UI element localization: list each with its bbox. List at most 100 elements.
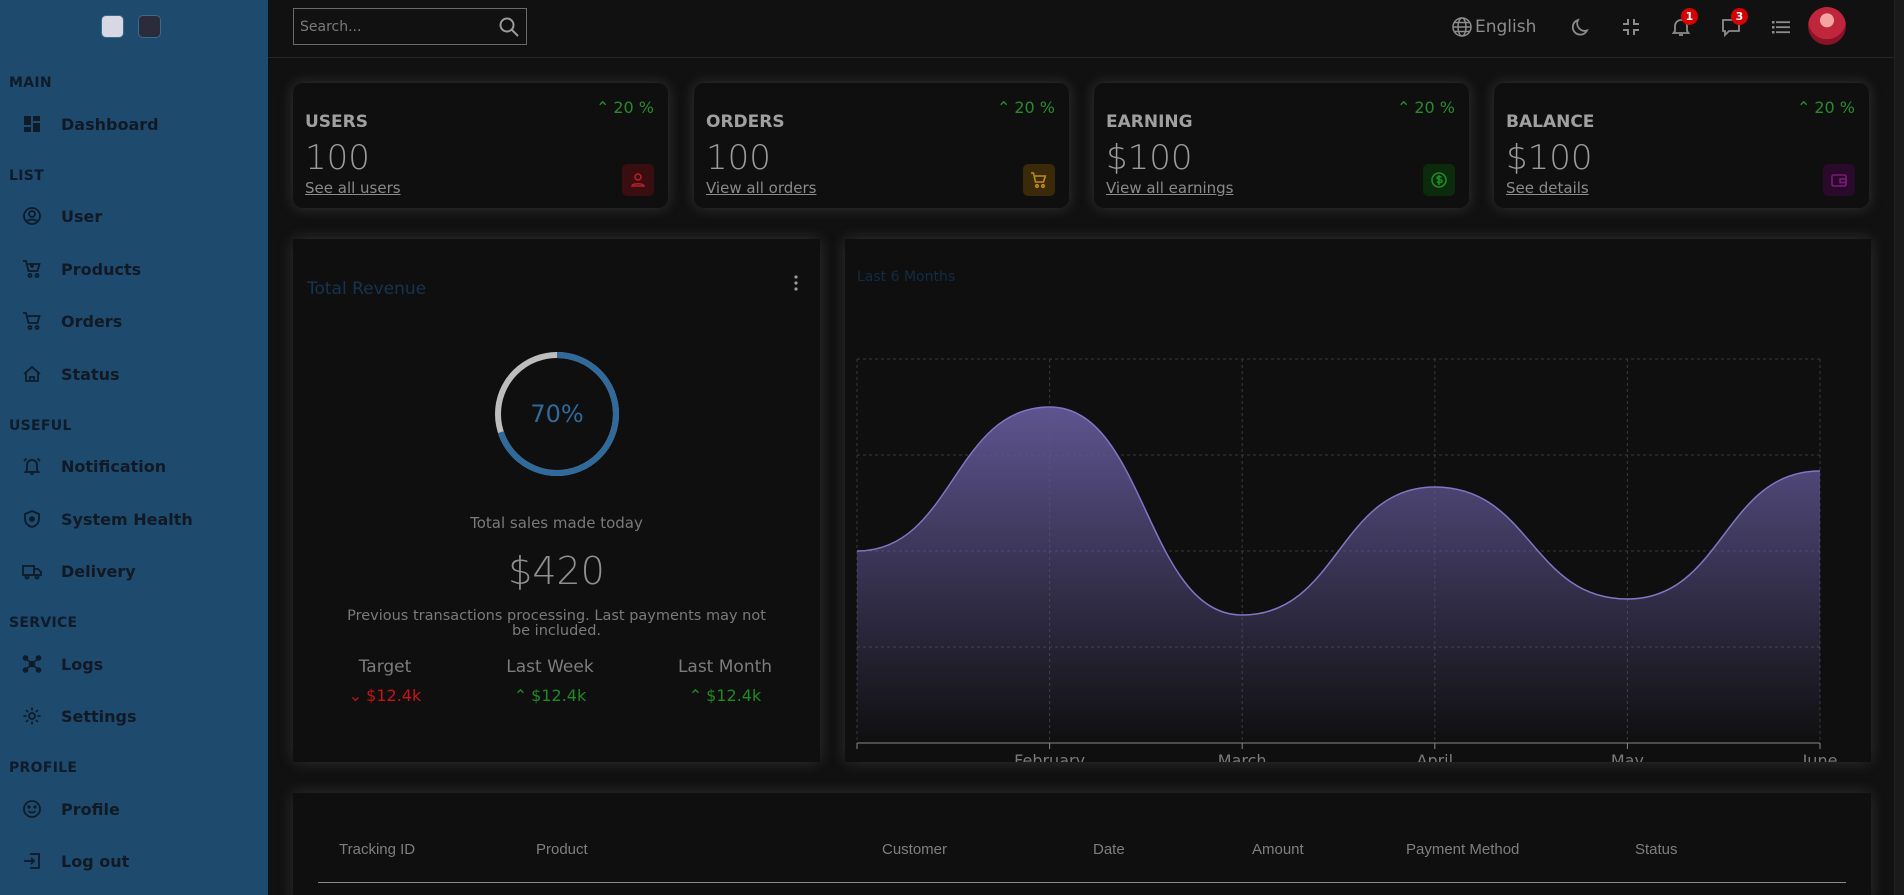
sidebar-item-label: Orders — [61, 311, 123, 331]
globe-icon — [1452, 17, 1472, 37]
sidebar-item-dashboard[interactable]: Dashboard — [0, 107, 268, 141]
messages-badge: 3 — [1731, 8, 1748, 25]
widget-value: $100 — [1106, 138, 1193, 178]
table-header-product: Product — [536, 841, 588, 858]
section-title-useful: USEFUL — [9, 418, 72, 434]
widget-link[interactable]: View all orders — [706, 179, 816, 197]
widget-link[interactable]: See all users — [305, 179, 401, 197]
featured-title: Total Revenue — [307, 279, 427, 299]
sidebar-item-system-health[interactable]: System Health — [0, 502, 268, 536]
widget-percentage: ⌃ 20 % — [595, 98, 654, 117]
section-title-service: SERVICE — [9, 615, 78, 631]
widget-percentage: ⌃ 20 % — [1796, 98, 1855, 117]
light-theme-swatch[interactable] — [101, 15, 124, 38]
widget-users: USERS 100 See all users ⌃ 20 % — [293, 83, 668, 208]
widget-title: ORDERS — [706, 112, 785, 132]
sidebar-item-label: Products — [61, 259, 142, 279]
widget-value: 100 — [706, 138, 771, 178]
sidebar-item-logs[interactable]: Logs — [0, 647, 268, 681]
search-input[interactable] — [294, 18, 484, 35]
summary-title: Last Week — [506, 657, 594, 677]
scrollbar[interactable] — [1894, 0, 1904, 895]
list-icon — [1772, 21, 1790, 34]
widget-link[interactable]: View all earnings — [1106, 179, 1234, 197]
sidebar-item-profile[interactable]: Profile — [0, 792, 268, 826]
avatar[interactable] — [1808, 7, 1846, 45]
list-menu-button[interactable] — [1770, 12, 1792, 42]
summary-title: Target — [358, 657, 412, 677]
table-header-tracking-id: Tracking ID — [339, 841, 416, 858]
sidebar-item-delivery[interactable]: Delivery — [0, 554, 268, 588]
chevron-up-icon: ⌃ — [1396, 98, 1411, 117]
smiley-icon — [22, 799, 42, 819]
featured-subtitle: Total sales made today — [470, 514, 643, 532]
shield-icon — [22, 509, 42, 529]
more-vertical-icon[interactable] — [792, 273, 800, 293]
featured-revenue: Total Revenue 70% Total sales made today… — [293, 239, 820, 762]
home-icon — [22, 364, 42, 384]
widget-link[interactable]: See details — [1506, 179, 1589, 197]
area-fill — [857, 407, 1820, 743]
person-icon — [622, 164, 654, 196]
notifications-badge: 1 — [1681, 8, 1698, 25]
moon-icon — [1571, 18, 1589, 36]
sidebar-item-status[interactable]: Status — [0, 357, 268, 391]
widget-percentage: ⌃ 20 % — [996, 98, 1055, 117]
sidebar-item-logout[interactable]: Log out — [0, 844, 268, 878]
x-tick-label: April — [1417, 751, 1454, 762]
fullscreen-exit-button[interactable] — [1620, 12, 1642, 42]
sidebar-item-settings[interactable]: Settings — [0, 699, 268, 733]
sidebar-item-label: Settings — [61, 706, 137, 726]
table-header-date: Date — [1093, 841, 1125, 858]
language-selector[interactable]: English — [1451, 12, 1536, 42]
widget-title: USERS — [305, 112, 368, 132]
sidebar-item-label: Profile — [61, 799, 120, 819]
sidebar-item-products[interactable]: Products — [0, 252, 268, 286]
table-header-amount: Amount — [1252, 841, 1304, 858]
logout-icon — [22, 851, 42, 871]
search-box — [293, 8, 527, 45]
progress-label: 70% — [530, 400, 584, 428]
featured-amount: $420 — [508, 549, 605, 593]
dashboard-icon — [22, 114, 42, 134]
table-header-divider — [318, 882, 1846, 883]
featured-description: Previous transactions processing. Last p… — [347, 608, 766, 639]
network-icon — [22, 654, 42, 674]
section-title-list: LIST — [9, 168, 44, 184]
table-header-payment-method: Payment Method — [1406, 841, 1520, 858]
summary-last-month: Last Month ⌃ $12.4k — [635, 657, 815, 705]
chevron-up-icon: ⌃ — [688, 686, 703, 705]
chevron-up-icon: ⌃ — [595, 98, 610, 117]
summary-value: ⌄ $12.4k — [348, 686, 422, 705]
dark-mode-toggle[interactable] — [1570, 12, 1592, 42]
sidebar-item-label: System Health — [61, 509, 193, 529]
notifications-button[interactable]: 1 — [1670, 8, 1698, 42]
dollar-icon — [1423, 164, 1455, 196]
gear-icon — [22, 706, 42, 726]
widget-title: EARNING — [1106, 112, 1193, 132]
section-title-main: MAIN — [9, 75, 52, 91]
messages-button[interactable]: 3 — [1720, 8, 1748, 42]
dark-theme-swatch[interactable] — [138, 15, 161, 38]
widget-value: $100 — [1506, 138, 1593, 178]
language-label: English — [1475, 17, 1537, 37]
revenue-chart: Last 6 Months February March April May June — [845, 239, 1871, 762]
search-icon[interactable] — [498, 16, 520, 38]
summary-last-week: Last Week ⌃ $12.4k — [460, 657, 640, 705]
wallet-icon — [1823, 164, 1855, 196]
sidebar-item-label: Delivery — [61, 561, 136, 581]
widget-percentage: ⌃ 20 % — [1396, 98, 1455, 117]
summary-value: ⌃ $12.4k — [688, 686, 762, 705]
summary-target: Target ⌄ $12.4k — [295, 657, 475, 705]
sidebar-item-user[interactable]: User — [0, 199, 268, 233]
widget-earning: EARNING $100 View all earnings ⌃ 20 % — [1094, 83, 1469, 208]
sidebar-item-orders[interactable]: Orders — [0, 304, 268, 338]
widget-orders: ORDERS 100 View all orders ⌃ 20 % — [694, 83, 1069, 208]
topbar: English 1 3 — [268, 0, 1900, 58]
sidebar-item-label: Notification — [61, 456, 167, 476]
x-tick-label: June — [1802, 751, 1838, 762]
sidebar-item-notification[interactable]: Notification — [0, 449, 268, 483]
chevron-up-icon: ⌃ — [1796, 98, 1811, 117]
sidebar-item-label: Logs — [61, 654, 104, 674]
area-chart: February March April May June — [856, 358, 1838, 762]
